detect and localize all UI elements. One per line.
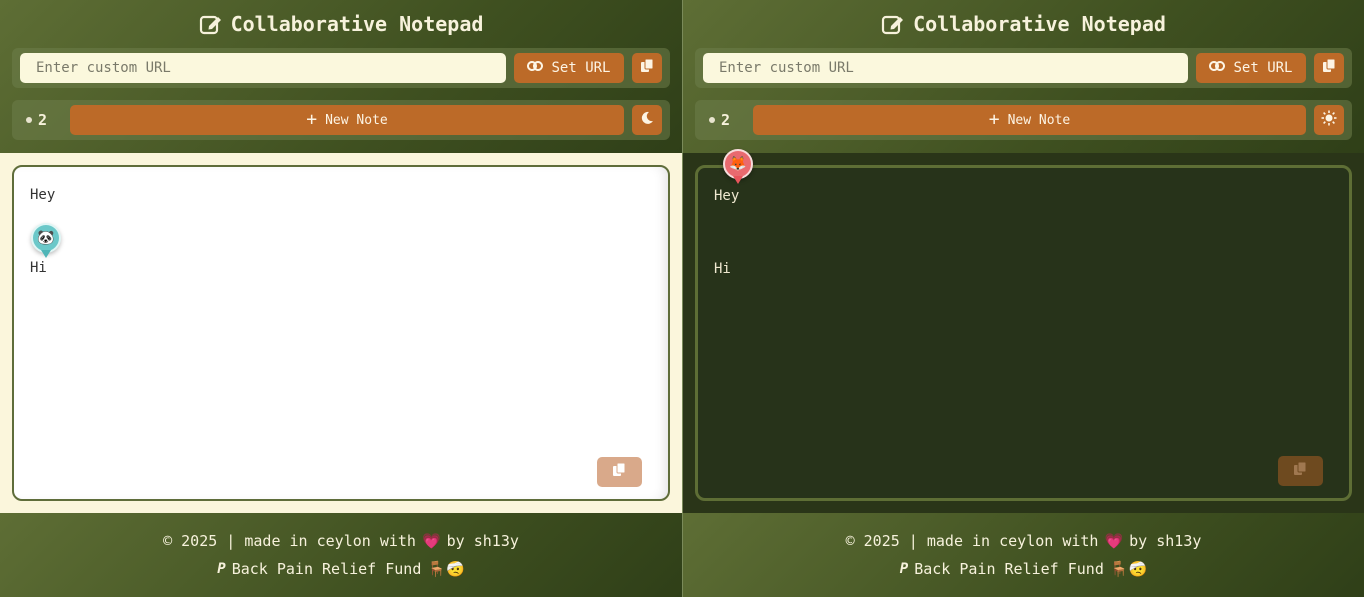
- note-line: Hey: [714, 188, 740, 204]
- sun-icon: [1321, 110, 1337, 130]
- dark-theme-pane: Collaborative Notepad Set URL 2 + New No…: [682, 0, 1364, 597]
- note-line: Hi: [30, 260, 47, 276]
- footer-credits: © 2025 | made in ceylon with 💗 by sh13y: [846, 532, 1202, 550]
- custom-url-input[interactable]: [703, 53, 1188, 83]
- heart-icon: 💗: [1104, 532, 1124, 550]
- note-line: Hi: [714, 261, 731, 277]
- editor-area: Hey Hi: [683, 153, 1364, 513]
- edit-icon: [881, 12, 905, 36]
- set-url-label: Set URL: [551, 60, 611, 76]
- paypal-icon: P: [217, 561, 226, 577]
- link-icon: [1209, 59, 1226, 77]
- copy-note-button[interactable]: [597, 457, 642, 487]
- fund-link[interactable]: P Back Pain Relief Fund 🪑🤕: [900, 560, 1147, 578]
- copy-icon: [640, 58, 654, 77]
- footer-prefix: © 2025 | made in ceylon with: [845, 532, 1099, 550]
- status-dot-icon: [709, 117, 715, 123]
- moon-icon: [640, 111, 654, 129]
- toolbar: 2 + New Note: [695, 100, 1352, 140]
- chair-face-icon: 🪑🤕: [427, 560, 465, 578]
- copy-url-button[interactable]: [632, 53, 662, 83]
- header: Collaborative Notepad Set URL 2 + New No…: [683, 0, 1364, 153]
- custom-url-input[interactable]: [20, 53, 506, 83]
- edit-icon: [199, 12, 223, 36]
- new-note-button[interactable]: + New Note: [753, 105, 1306, 135]
- app-title-text: Collaborative Notepad: [913, 12, 1166, 36]
- toolbar: 2 + New Note: [12, 100, 670, 140]
- theme-toggle-button[interactable]: [632, 105, 662, 135]
- collaborator-cursor-avatar: 🦊: [723, 149, 753, 179]
- link-icon: [527, 59, 544, 77]
- set-url-button[interactable]: Set URL: [1196, 53, 1306, 83]
- note-editor[interactable]: Hey Hi: [12, 165, 670, 501]
- user-count-value: 2: [721, 111, 731, 129]
- note-line: Hey: [30, 187, 56, 203]
- status-dot-icon: [26, 117, 32, 123]
- app-title: Collaborative Notepad: [12, 0, 670, 48]
- app-title-text: Collaborative Notepad: [230, 12, 484, 36]
- footer-prefix: © 2025 | made in ceylon with: [163, 532, 416, 550]
- fund-label: Back Pain Relief Fund: [914, 560, 1104, 578]
- heart-icon: 💗: [421, 532, 441, 550]
- theme-toggle-button[interactable]: [1314, 105, 1344, 135]
- fund-link[interactable]: P Back Pain Relief Fund 🪑🤕: [217, 560, 464, 578]
- note-editor[interactable]: Hey Hi: [695, 165, 1352, 501]
- copy-icon: [1294, 461, 1307, 480]
- user-count-value: 2: [38, 111, 48, 129]
- set-url-button[interactable]: Set URL: [514, 53, 624, 83]
- footer-credits: © 2025 | made in ceylon with 💗 by sh13y: [163, 532, 519, 550]
- header: Collaborative Notepad Set URL 2 + New No…: [0, 0, 682, 153]
- copy-icon: [1322, 58, 1336, 77]
- footer: © 2025 | made in ceylon with 💗 by sh13y …: [683, 513, 1364, 597]
- plus-icon: +: [306, 109, 318, 130]
- copy-icon: [613, 462, 626, 481]
- online-user-count: 2: [703, 111, 745, 129]
- plus-icon: +: [988, 109, 1000, 130]
- editor-area: Hey Hi: [0, 153, 682, 513]
- paypal-icon: P: [899, 561, 909, 577]
- chair-face-icon: 🪑🤕: [1109, 560, 1148, 578]
- app-title: Collaborative Notepad: [695, 0, 1352, 48]
- footer: © 2025 | made in ceylon with 💗 by sh13y …: [0, 513, 682, 597]
- collaborator-cursor-avatar: 🐼: [31, 223, 61, 253]
- new-note-button[interactable]: + New Note: [70, 105, 624, 135]
- light-theme-pane: Collaborative Notepad Set URL 2 + New No…: [0, 0, 682, 597]
- set-url-label: Set URL: [1233, 60, 1293, 76]
- copy-url-button[interactable]: [1314, 53, 1344, 83]
- fund-label: Back Pain Relief Fund: [231, 560, 422, 578]
- online-user-count: 2: [20, 111, 62, 129]
- footer-suffix: by sh13y: [1129, 532, 1202, 550]
- url-bar: Set URL: [12, 48, 670, 88]
- footer-suffix: by sh13y: [446, 532, 519, 550]
- copy-note-button[interactable]: [1278, 456, 1323, 486]
- url-bar: Set URL: [695, 48, 1352, 88]
- new-note-label: New Note: [325, 112, 388, 128]
- new-note-label: New Note: [1007, 112, 1071, 128]
